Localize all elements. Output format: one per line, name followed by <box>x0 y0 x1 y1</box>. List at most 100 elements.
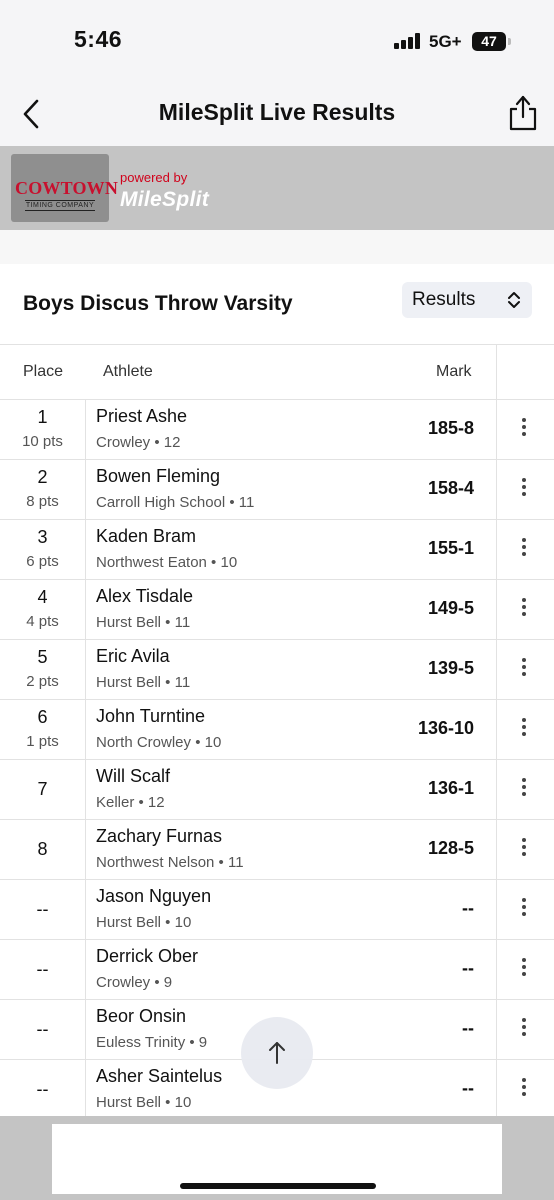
more-vertical-icon[interactable] <box>514 418 534 442</box>
athlete-name[interactable]: Will Scalf <box>96 766 170 787</box>
table-row[interactable]: -- Derrick Ober Crowley • 9 -- <box>0 940 554 1000</box>
column-divider <box>85 1060 86 1119</box>
column-divider <box>496 1060 497 1119</box>
row-points: 8 pts <box>26 493 59 510</box>
results-table: Place Athlete Mark 1 10 pts Priest Ashe Cro… <box>0 344 554 1120</box>
more-vertical-icon[interactable] <box>514 778 534 802</box>
table-row[interactable]: 8 Zachary Furnas Northwest Nelson • 11 128-… <box>0 820 554 880</box>
column-divider <box>85 940 86 999</box>
athlete-team: Hurst Bell • 11 <box>96 614 191 631</box>
column-divider <box>496 1000 497 1059</box>
more-vertical-icon[interactable] <box>514 838 534 862</box>
arrow-up-icon <box>269 1042 285 1064</box>
row-mark: 158-4 <box>427 478 474 498</box>
sponsor-banner[interactable]: COWTOWN TIMING COMPANY powered by MileSp… <box>0 146 554 230</box>
more-vertical-icon[interactable] <box>514 658 534 682</box>
scroll-top-button[interactable] <box>241 1017 313 1089</box>
more-vertical-icon[interactable] <box>514 538 534 562</box>
athlete-name[interactable]: Derrick Ober <box>96 946 198 967</box>
battery-nub <box>508 38 511 45</box>
row-mark: -- <box>462 1078 474 1098</box>
athlete-team: Hurst Bell • 10 <box>96 1094 192 1111</box>
share-icon[interactable] <box>506 94 540 132</box>
row-place: -- <box>36 959 49 979</box>
row-mark: 149-5 <box>427 598 474 618</box>
column-divider <box>496 400 497 459</box>
column-divider <box>496 820 497 879</box>
more-vertical-icon[interactable] <box>514 958 534 982</box>
row-place: 3 <box>37 527 48 547</box>
row-place: 2 <box>37 467 48 487</box>
table-row[interactable]: -- Jason Nguyen Hurst Bell • 10 -- <box>0 880 554 940</box>
athlete-name[interactable]: Beor Onsin <box>96 1006 186 1027</box>
table-row[interactable]: 5 2 pts Eric Avila Hurst Bell • 11 139-5 <box>0 640 554 700</box>
network-label: 5G+ <box>429 32 462 51</box>
column-divider <box>496 640 497 699</box>
column-divider <box>85 460 86 519</box>
athlete-team: Crowley • 9 <box>96 974 173 991</box>
athlete-name[interactable]: Jason Nguyen <box>96 886 211 907</box>
table-row[interactable]: 4 4 pts Alex Tisdale Hurst Bell • 11 149-5 <box>0 580 554 640</box>
row-place: 1 <box>37 407 48 427</box>
chevron-up-down-icon <box>506 290 522 310</box>
athlete-name[interactable]: John Turntine <box>96 706 205 727</box>
row-points: 1 pts <box>26 733 59 750</box>
powered-by-label: powered by <box>120 170 188 185</box>
row-points: 10 pts <box>22 433 63 450</box>
row-mark: -- <box>462 898 474 918</box>
column-divider <box>496 760 497 819</box>
athlete-team: Hurst Bell • 10 <box>96 914 192 931</box>
more-vertical-icon[interactable] <box>514 598 534 622</box>
athlete-name[interactable]: Alex Tisdale <box>96 586 193 607</box>
column-divider <box>496 345 497 399</box>
header-place: Place <box>23 363 64 380</box>
column-divider <box>85 520 86 579</box>
column-divider <box>85 640 86 699</box>
column-divider <box>85 580 86 639</box>
more-vertical-icon[interactable] <box>514 898 534 922</box>
battery-icon: 47 <box>472 32 506 51</box>
event-title: Boys Discus Throw Varsity <box>23 292 293 315</box>
header-athlete: Athlete <box>103 363 153 380</box>
column-divider <box>85 1000 86 1059</box>
page-title: MileSplit Live Results <box>158 99 396 125</box>
table-row[interactable]: 2 8 pts Bowen Fleming Carroll High School •… <box>0 460 554 520</box>
column-divider <box>496 940 497 999</box>
row-mark: 136-1 <box>427 778 474 798</box>
status-time: 5:46 <box>74 26 123 52</box>
row-points: 4 pts <box>26 613 59 630</box>
athlete-team: Northwest Nelson • 11 <box>96 854 244 871</box>
view-select[interactable]: Results <box>402 282 532 318</box>
column-divider <box>85 760 86 819</box>
table-header: Place Athlete Mark <box>0 345 554 400</box>
header-mark: Mark <box>436 363 472 380</box>
row-place: -- <box>36 899 49 919</box>
column-divider <box>496 520 497 579</box>
column-divider <box>496 580 497 639</box>
athlete-name[interactable]: Zachary Furnas <box>96 826 222 847</box>
table-row[interactable]: 7 Will Scalf Keller • 12 136-1 <box>0 760 554 820</box>
table-row[interactable]: 1 10 pts Priest Ashe Crowley • 12 185-8 <box>0 400 554 460</box>
column-divider <box>85 880 86 939</box>
row-mark: 128-5 <box>427 838 474 858</box>
table-row[interactable]: 3 6 pts Kaden Bram Northwest Eaton • 10 155-… <box>0 520 554 580</box>
athlete-name[interactable]: Eric Avila <box>96 646 170 667</box>
row-place: 7 <box>37 779 48 799</box>
more-vertical-icon[interactable] <box>514 1078 534 1102</box>
table-row[interactable]: 6 1 pts John Turntine North Crowley • 10 136… <box>0 700 554 760</box>
athlete-name[interactable]: Kaden Bram <box>96 526 196 547</box>
athlete-team: North Crowley • 10 <box>96 734 222 751</box>
more-vertical-icon[interactable] <box>514 478 534 502</box>
athlete-team: Hurst Bell • 11 <box>96 674 191 691</box>
milesplit-logo: MileSplit <box>120 188 210 211</box>
signal-icon <box>394 33 424 49</box>
athlete-name[interactable]: Asher Saintelus <box>96 1066 222 1087</box>
athlete-name[interactable]: Priest Ashe <box>96 406 187 427</box>
more-vertical-icon[interactable] <box>514 718 534 742</box>
more-vertical-icon[interactable] <box>514 1018 534 1042</box>
home-indicator[interactable] <box>180 1183 376 1189</box>
row-points: 6 pts <box>26 553 59 570</box>
athlete-name[interactable]: Bowen Fleming <box>96 466 220 487</box>
athlete-team: Crowley • 12 <box>96 434 181 451</box>
row-place: -- <box>36 1019 49 1039</box>
